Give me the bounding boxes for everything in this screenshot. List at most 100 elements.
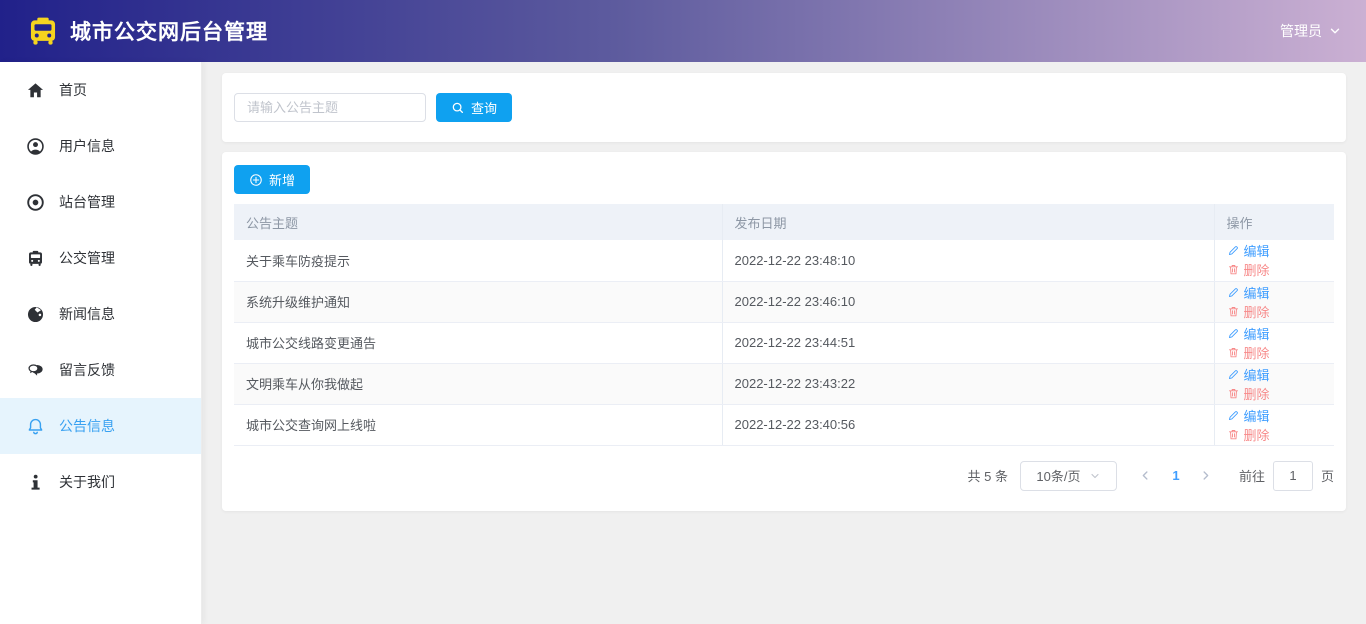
page-title: 城市公交网后台管理 (70, 21, 268, 44)
sidebar-item-label: 公告信息 (59, 418, 115, 434)
edit-icon (1228, 410, 1238, 420)
bus-icon (26, 249, 45, 268)
search-input[interactable] (234, 93, 426, 122)
sidebar-item-label: 首页 (59, 82, 87, 98)
search-icon (451, 101, 465, 115)
table-row: 城市公交线路变更通告 2022-12-22 23:44:51 编辑 删除 (234, 322, 1334, 364)
table-row: 城市公交查询网上线啦 2022-12-22 23:40:56 编辑 删除 (234, 404, 1334, 446)
edit-button[interactable]: 编辑 (1227, 324, 1270, 343)
sidebar-item-feedback[interactable]: 留言反馈 (0, 342, 201, 398)
table-row: 关于乘车防疫提示 2022-12-22 23:48:10 编辑 删除 (234, 240, 1334, 282)
chevron-left-icon (1143, 471, 1148, 480)
query-button-label: 查询 (471, 101, 498, 116)
announcement-topic: 城市公交查询网上线啦 (234, 404, 723, 446)
announcement-topic: 系统升级维护通知 (234, 281, 723, 323)
column-header-topic: 公告主题 (234, 204, 723, 240)
sidebar-item-home[interactable]: 首页 (0, 62, 201, 118)
sidebar-item-label: 公交管理 (59, 250, 115, 266)
actions-cell: 编辑 删除 (1214, 363, 1334, 405)
sidebar-item-announcements[interactable]: 公告信息 (0, 398, 201, 454)
sidebar-item-news[interactable]: 新闻信息 (0, 286, 201, 342)
app-header: 城市公交网后台管理 管理员 (0, 0, 1366, 62)
announcements-panel: 新增 公告主题 发布日期 操作 关于乘车防疫提示 2022-12-22 23:4… (222, 152, 1346, 511)
delete-button[interactable]: 删除 (1227, 425, 1270, 444)
sidebar-item-users[interactable]: 用户信息 (0, 118, 201, 174)
main-content: 查询 新增 公告主题 发布日期 (202, 62, 1366, 624)
page-unit-label: 页 (1320, 469, 1334, 484)
announcement-date: 2022-12-22 23:48:10 (722, 240, 1215, 282)
pagination-total: 共 5 条 (967, 469, 1008, 484)
plus-circle-icon (249, 173, 263, 187)
table-row: 文明乘车从你我做起 2022-12-22 23:43:22 编辑 删除 (234, 363, 1334, 405)
sidebar-item-label: 站台管理 (59, 194, 115, 210)
search-panel: 查询 (222, 73, 1346, 142)
admin-dropdown[interactable]: 管理员 (1280, 21, 1342, 41)
user-icon (26, 137, 45, 156)
edit-icon (1228, 369, 1238, 379)
delete-button[interactable]: 删除 (1227, 260, 1270, 279)
sidebar-item-stations[interactable]: 站台管理 (0, 174, 201, 230)
edit-icon (1228, 246, 1238, 256)
chevron-down-icon (1089, 470, 1101, 482)
chevron-down-icon (1328, 24, 1342, 38)
trash-icon (1228, 388, 1238, 398)
chevron-right-icon (1203, 471, 1209, 480)
table-row: 系统升级维护通知 2022-12-22 23:46:10 编辑 删除 (234, 281, 1334, 323)
feedback-icon (26, 361, 45, 380)
info-icon (26, 473, 45, 492)
trash-icon (1228, 347, 1238, 357)
actions-cell: 编辑 删除 (1214, 240, 1334, 282)
goto-page-input[interactable] (1272, 460, 1313, 491)
bus-logo-icon (26, 14, 60, 48)
announcement-date: 2022-12-22 23:43:22 (722, 363, 1215, 405)
delete-button[interactable]: 删除 (1227, 384, 1270, 403)
page-size-label: 10条/页 (1036, 469, 1081, 484)
edit-button[interactable]: 编辑 (1227, 365, 1270, 384)
actions-cell: 编辑 删除 (1214, 322, 1334, 364)
sidebar-item-label: 用户信息 (59, 138, 115, 154)
sidebar-item-about[interactable]: 关于我们 (0, 454, 201, 510)
announcement-topic: 关于乘车防疫提示 (234, 240, 723, 282)
announcements-table: 公告主题 发布日期 操作 关于乘车防疫提示 2022-12-22 23:48:1… (234, 204, 1334, 446)
sidebar-item-buses[interactable]: 公交管理 (0, 230, 201, 286)
trash-icon (1228, 429, 1238, 439)
actions-cell: 编辑 删除 (1214, 281, 1334, 323)
edit-icon (1228, 328, 1238, 338)
delete-button[interactable]: 删除 (1227, 302, 1270, 321)
actions-cell: 编辑 删除 (1214, 404, 1334, 446)
add-button-label: 新增 (269, 173, 296, 188)
add-button[interactable]: 新增 (234, 165, 311, 194)
station-icon (26, 193, 45, 212)
pagination: 共 5 条 10条/页 1 前往 页 (234, 460, 1334, 491)
next-page-button[interactable] (1191, 462, 1221, 490)
sidebar-item-label: 新闻信息 (59, 306, 115, 322)
page-number-1[interactable]: 1 (1161, 468, 1191, 483)
delete-button[interactable]: 删除 (1227, 343, 1270, 362)
brand: 城市公交网后台管理 (26, 14, 268, 48)
prev-page-button[interactable] (1131, 462, 1161, 490)
announcement-date: 2022-12-22 23:46:10 (722, 281, 1215, 323)
column-header-date: 发布日期 (722, 204, 1215, 240)
edit-button[interactable]: 编辑 (1227, 406, 1270, 425)
trash-icon (1228, 265, 1238, 275)
announcement-date: 2022-12-22 23:40:56 (722, 404, 1215, 446)
edit-button[interactable]: 编辑 (1227, 241, 1270, 260)
announcement-topic: 城市公交线路变更通告 (234, 322, 723, 364)
page-size-select[interactable]: 10条/页 (1019, 460, 1117, 491)
sidebar-item-label: 留言反馈 (59, 362, 115, 378)
globe-icon (26, 305, 45, 324)
table-header-row: 公告主题 发布日期 操作 (234, 204, 1334, 240)
goto-label: 前往 (1238, 469, 1265, 484)
trash-icon (1228, 306, 1238, 316)
edit-icon (1228, 287, 1238, 297)
sidebar-item-label: 关于我们 (59, 474, 115, 490)
admin-label: 管理员 (1280, 23, 1322, 39)
column-header-actions: 操作 (1214, 204, 1334, 240)
bell-icon (26, 417, 45, 436)
edit-button[interactable]: 编辑 (1227, 283, 1270, 302)
query-button[interactable]: 查询 (436, 93, 513, 122)
announcement-date: 2022-12-22 23:44:51 (722, 322, 1215, 364)
sidebar: 首页 用户信息 站台管理 公交管理 新闻信息 留言反馈 公告信息 关于我们 (0, 62, 202, 624)
home-icon (26, 81, 45, 100)
announcement-topic: 文明乘车从你我做起 (234, 363, 723, 405)
